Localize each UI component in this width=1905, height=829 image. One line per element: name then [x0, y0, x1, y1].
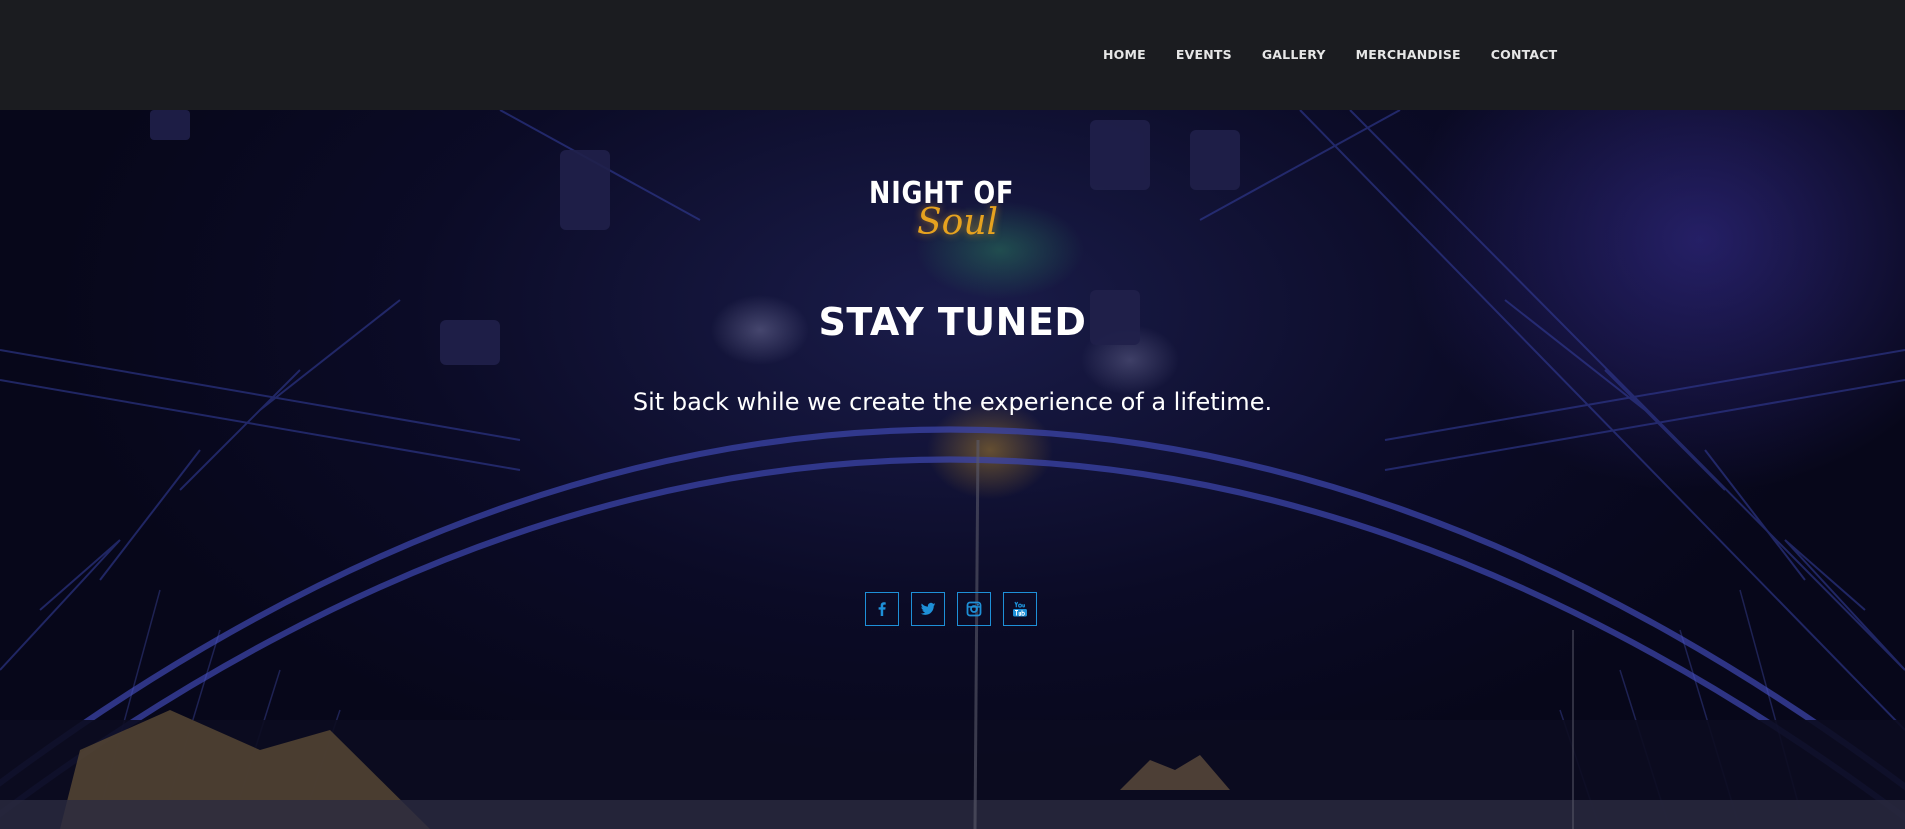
nav-item-merchandise: MERCHANDISE: [1356, 46, 1461, 64]
twitter-link[interactable]: [911, 592, 945, 626]
logo-line-2: Soul: [917, 202, 999, 243]
facebook-icon: [878, 602, 886, 616]
twitter-icon: [920, 602, 936, 615]
hero-section: NIGHT OF Soul STAY TUNED Sit back while …: [0, 110, 1905, 829]
nav-link-home[interactable]: HOME: [1103, 47, 1146, 62]
top-navbar: HOME EVENTS GALLERY MERCHANDISE CONTACT: [0, 0, 1905, 110]
social-links: [865, 592, 1037, 626]
nav-link-contact[interactable]: CONTACT: [1491, 47, 1558, 62]
hero-title: STAY TUNED: [818, 300, 1087, 344]
night-of-soul-logo[interactable]: NIGHT OF Soul: [855, 168, 1020, 248]
nav-link-merchandise[interactable]: MERCHANDISE: [1356, 47, 1461, 62]
instagram-link[interactable]: [957, 592, 991, 626]
nav-item-home: HOME: [1103, 46, 1146, 64]
nav-item-events: EVENTS: [1176, 46, 1232, 64]
youtube-icon: [1013, 601, 1027, 617]
main-nav: HOME EVENTS GALLERY MERCHANDISE CONTACT: [1103, 0, 1557, 110]
nav-link-events[interactable]: EVENTS: [1176, 47, 1232, 62]
hero-subtitle: Sit back while we create the experience …: [632, 388, 1273, 416]
facebook-link[interactable]: [865, 592, 899, 626]
nav-item-contact: CONTACT: [1491, 46, 1558, 64]
nav-item-gallery: GALLERY: [1262, 46, 1326, 64]
youtube-link[interactable]: [1003, 592, 1037, 626]
instagram-icon: [966, 601, 982, 617]
nav-link-gallery[interactable]: GALLERY: [1262, 47, 1326, 62]
